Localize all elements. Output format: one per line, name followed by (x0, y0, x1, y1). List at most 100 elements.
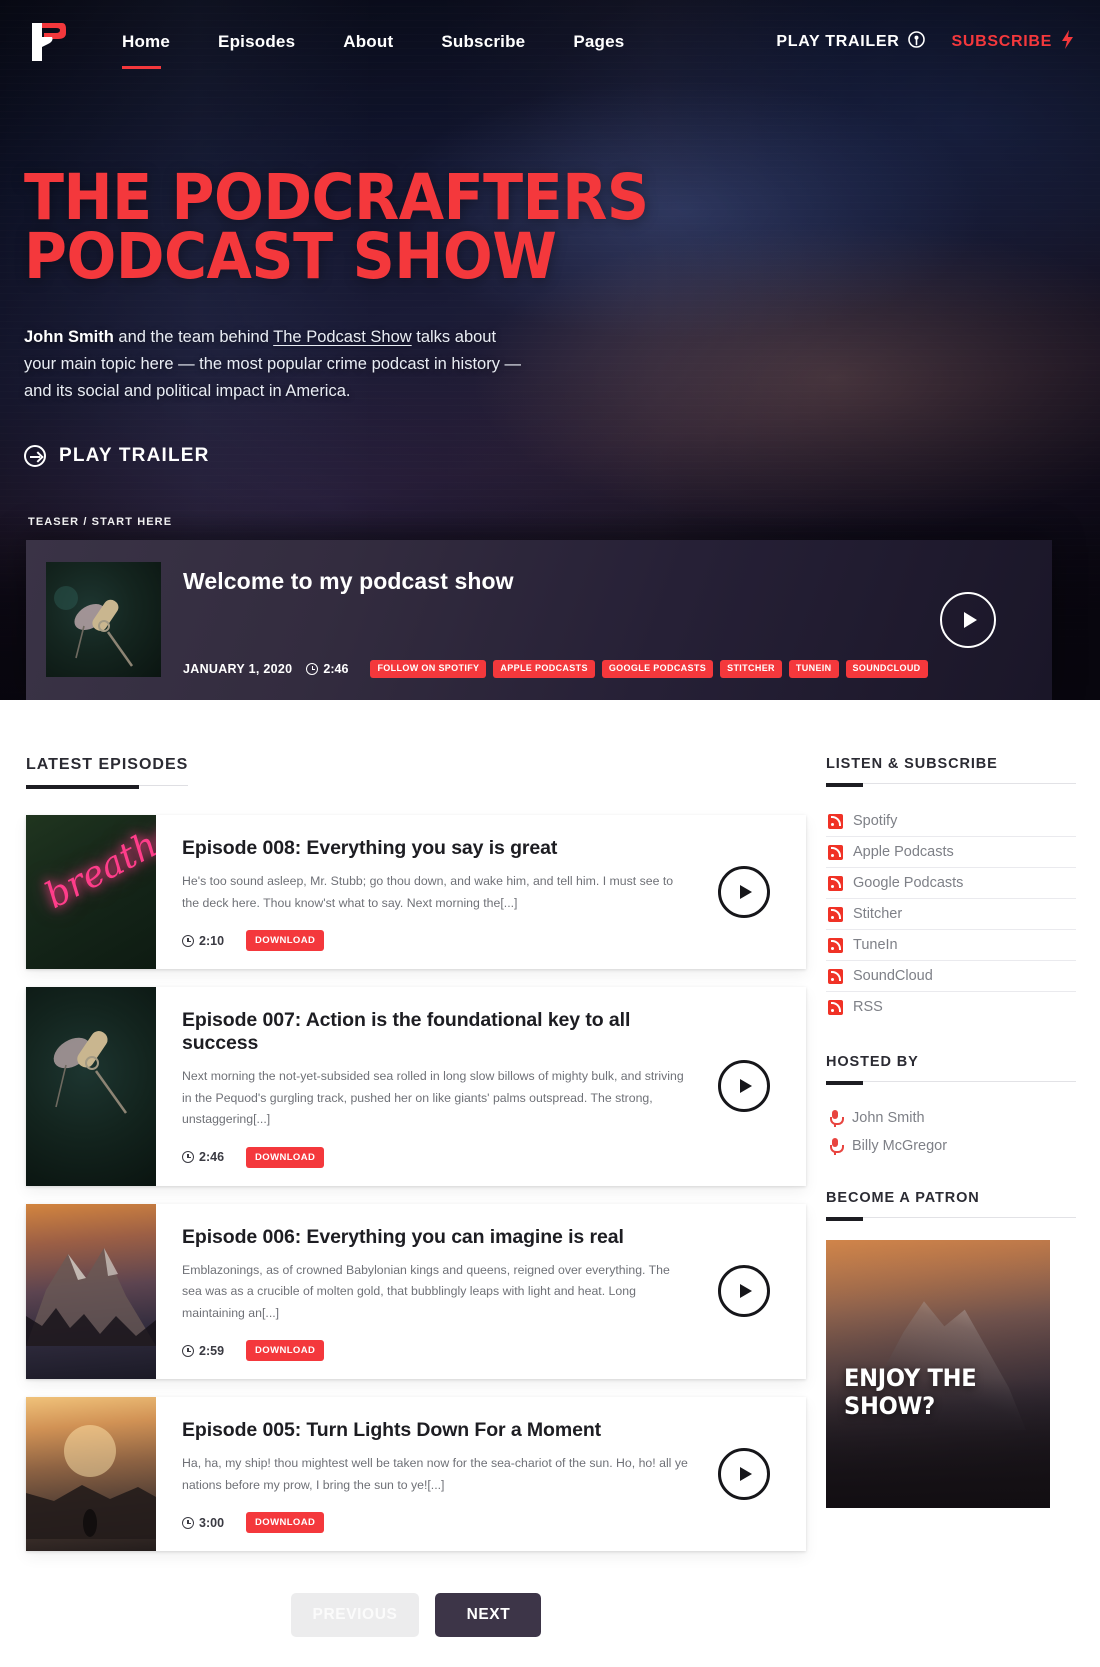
list-item: RSS (826, 992, 1076, 1022)
list-item: Google Podcasts (826, 868, 1076, 899)
episode-title: Episode 005: Turn Lights Down For a Mome… (182, 1419, 690, 1442)
episode-duration: 2:46 (182, 1150, 224, 1164)
episode-meta: 2:59 DOWNLOAD (182, 1340, 690, 1362)
subscribe-link-rss[interactable]: RSS (826, 992, 1076, 1022)
latest-episodes-heading-wrap: LATEST EPISODES (26, 756, 806, 789)
episode-card[interactable]: Episode 005: Turn Lights Down For a Mome… (26, 1397, 806, 1552)
host-link-john-smith[interactable]: John Smith (826, 1104, 1076, 1132)
teaser-title[interactable]: Welcome to my podcast show (183, 568, 940, 595)
play-triangle-icon (740, 885, 752, 900)
page-body: LATEST EPISODES breathe Episode 008: Eve… (0, 700, 1100, 1667)
subscribe-link-label: Spotify (853, 813, 898, 829)
episode-duration: 2:10 (182, 934, 224, 948)
nav-item-about[interactable]: About (319, 24, 417, 60)
subscribe-link-google-podcasts[interactable]: Google Podcasts (826, 868, 1076, 898)
episode-play-button[interactable] (718, 1448, 770, 1501)
episode-title-link[interactable]: Episode 005: Turn Lights Down For a Mome… (182, 1419, 601, 1441)
teaser-body: Welcome to my podcast show JANUARY 1, 20… (161, 540, 940, 700)
episode-title-link[interactable]: Episode 007: Action is the foundational … (182, 1009, 630, 1054)
download-button[interactable]: DOWNLOAD (246, 930, 325, 952)
episode-description: Emblazonings, as of crowned Babylonian k… (182, 1262, 670, 1320)
subscribe-link-tunein[interactable]: TuneIn (826, 930, 1076, 960)
episode-description: Next morning the not-yet-subsided sea ro… (182, 1069, 684, 1127)
subscribe-link-label: Apple Podcasts (853, 844, 954, 860)
hero-sub-mid: and the team behind (113, 328, 274, 347)
hero-play-trailer-button[interactable]: PLAY TRAILER (24, 444, 210, 467)
episode-card[interactable]: Episode 007: Action is the foundational … (26, 987, 806, 1186)
episode-meta: 3:00 DOWNLOAD (182, 1512, 690, 1534)
episode-duration: 2:59 (182, 1344, 224, 1358)
nav-play-trailer-button[interactable]: PLAY TRAILER (776, 31, 926, 53)
clock-icon (306, 663, 319, 676)
hero-show-link[interactable]: The Podcast Show (273, 328, 412, 346)
episode-duration-value: 2:59 (199, 1343, 225, 1358)
podcast-mic-icon (908, 31, 926, 53)
episode-thumbnail: breathe (26, 815, 156, 970)
badge-tunein[interactable]: TUNEIN (788, 660, 839, 678)
episode-duration-value: 3:00 (199, 1515, 225, 1530)
badge-google-podcasts[interactable]: GOOGLE PODCASTS (601, 660, 714, 678)
list-item: Spotify (826, 806, 1076, 837)
rss-icon (828, 813, 843, 829)
download-button[interactable]: DOWNLOAD (246, 1340, 325, 1362)
episode-thumbnail (26, 1397, 156, 1552)
episode-play-button[interactable] (718, 1265, 770, 1318)
pagination: PREVIOUS NEXT (26, 1593, 806, 1638)
nav-item-subscribe[interactable]: Subscribe (417, 24, 549, 60)
nav-links: Home Episodes About Subscribe Pages (98, 24, 648, 69)
teaser-duration-value: 2:46 (323, 662, 349, 677)
hero-host-name: John Smith (24, 328, 114, 347)
nav-play-trailer-label: PLAY TRAILER (776, 33, 900, 50)
play-triangle-icon (740, 1467, 752, 1482)
subscribe-link-soundcloud[interactable]: SoundCloud (826, 961, 1076, 991)
nav-item-episodes[interactable]: Episodes (194, 24, 319, 60)
episode-title-link[interactable]: Episode 008: Everything you say is great (182, 837, 557, 859)
subscribe-link-stitcher[interactable]: Stitcher (826, 899, 1076, 929)
download-button[interactable]: DOWNLOAD (246, 1512, 325, 1534)
host-link-billy-mcgregor[interactable]: Billy McGregor (826, 1132, 1076, 1160)
subscribe-link-label: Stitcher (853, 906, 903, 922)
download-button[interactable]: DOWNLOAD (246, 1146, 325, 1168)
nav-item-pages[interactable]: Pages (549, 24, 648, 60)
patron-promo-card[interactable]: ENJOY THE SHOW? (826, 1240, 1050, 1508)
clock-icon (182, 934, 194, 947)
episode-body: Episode 005: Turn Lights Down For a Mome… (156, 1397, 710, 1551)
nav-item-home[interactable]: Home (98, 24, 194, 69)
episode-play-button[interactable] (718, 1060, 770, 1113)
hosted-by-heading-wrap: HOSTED BY (826, 1054, 1076, 1085)
site-logo[interactable] (22, 19, 76, 65)
nav-subscribe-button[interactable]: SUBSCRIBE (951, 30, 1074, 54)
badge-soundcloud[interactable]: SOUNDCLOUD (845, 660, 928, 678)
become-a-patron-heading: BECOME A PATRON (826, 1190, 1076, 1218)
episode-card[interactable]: Episode 006: Everything you can imagine … (26, 1203, 806, 1380)
become-a-patron-heading-wrap: BECOME A PATRON (826, 1190, 1076, 1221)
episode-play-button[interactable] (718, 866, 770, 919)
episode-title-link[interactable]: Episode 006: Everything you can imagine … (182, 1226, 624, 1248)
nav-subscribe-label: SUBSCRIBE (951, 33, 1052, 50)
previous-page-button[interactable]: PREVIOUS (290, 1593, 420, 1638)
episode-card[interactable]: breathe Episode 008: Everything you say … (26, 815, 806, 970)
badge-apple-podcasts[interactable]: APPLE PODCASTS (493, 660, 595, 678)
list-item: TuneIn (826, 930, 1076, 961)
list-item: SoundCloud (826, 961, 1076, 992)
teaser-date: JANUARY 1, 2020 (183, 662, 293, 677)
episode-body: Episode 007: Action is the foundational … (156, 987, 710, 1186)
subscribe-link-spotify[interactable]: Spotify (826, 806, 1076, 836)
badge-follow-on-spotify[interactable]: FOLLOW ON SPOTIFY (370, 660, 487, 678)
hero-title-line-1: THE PODCRAFTERS (24, 161, 649, 234)
episodes-column: LATEST EPISODES breathe Episode 008: Eve… (26, 756, 806, 1667)
next-page-button[interactable]: NEXT (435, 1593, 542, 1638)
teaser-duration: 2:46 (306, 662, 348, 676)
clock-icon (182, 1516, 194, 1529)
hero-subtitle: John Smith and the team behind The Podca… (24, 324, 524, 404)
subscribe-link-label: SoundCloud (853, 968, 933, 984)
listen-subscribe-heading-wrap: LISTEN & SUBSCRIBE (826, 756, 1076, 787)
list-item: John Smith (826, 1104, 1076, 1132)
badge-stitcher[interactable]: STITCHER (720, 660, 782, 678)
episode-duration: 3:00 (182, 1516, 224, 1530)
listen-subscribe-heading: LISTEN & SUBSCRIBE (826, 756, 1076, 784)
subscribe-link-apple-podcasts[interactable]: Apple Podcasts (826, 837, 1076, 867)
rss-icon (828, 906, 843, 922)
list-item: Stitcher (826, 899, 1076, 930)
teaser-play-button[interactable] (940, 592, 996, 648)
